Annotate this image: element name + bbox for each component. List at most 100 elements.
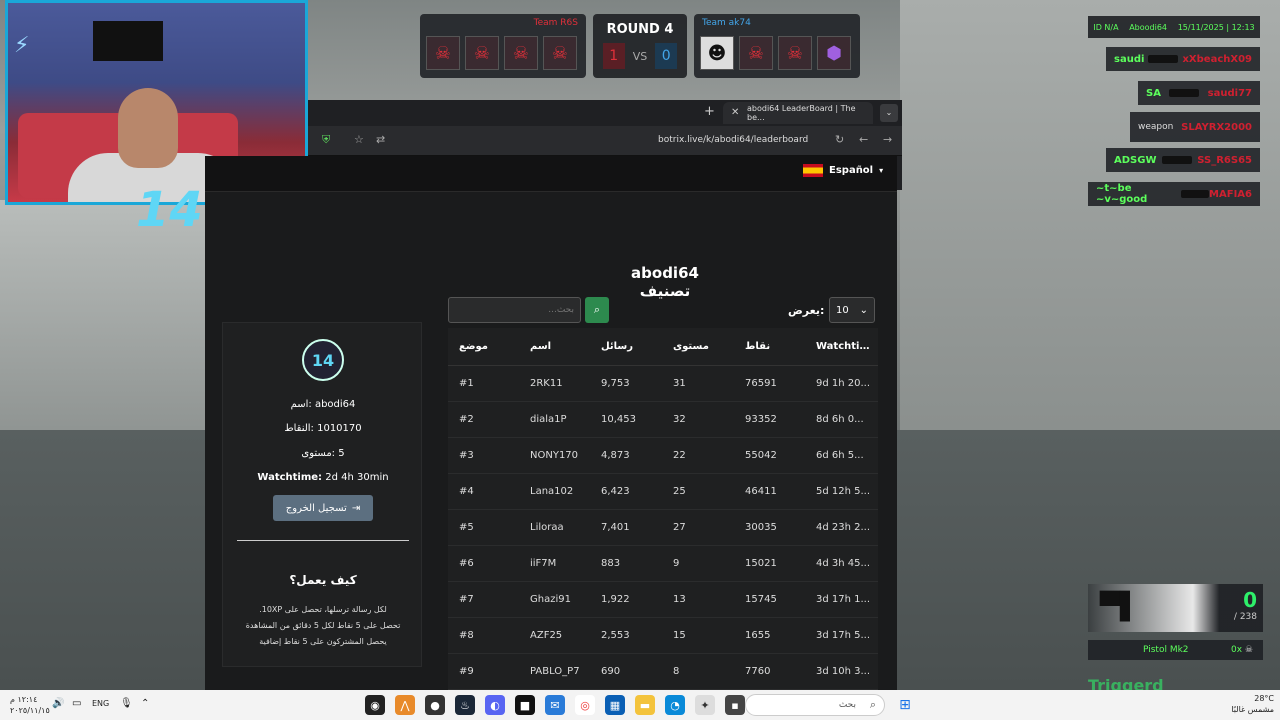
input-language[interactable]: ENG (92, 699, 109, 708)
divider (237, 540, 409, 541)
edge-icon[interactable]: ◔ (665, 695, 685, 715)
discord-icon[interactable]: ◐ (485, 695, 505, 715)
row-points: 7760 (745, 666, 771, 677)
team-right-panel: Team ak74 ☻ ☠ ☠ ⬢ (694, 14, 860, 78)
row-points: 15745 (745, 594, 777, 605)
col-messages[interactable]: رسائل (601, 341, 633, 352)
gun-icon (1161, 156, 1192, 164)
table-row: #6 iiF7M 883 9 15021 4d 3h 45... (448, 546, 878, 582)
row-messages: 4,873 (601, 450, 630, 461)
weather-widget[interactable]: 28°C مشمس غالبًا (1220, 693, 1274, 715)
back-icon[interactable]: ← (859, 133, 868, 146)
folder-icon[interactable]: ▬ (635, 695, 655, 715)
row-watchtime: 6d 6h 5... (816, 450, 864, 461)
row-watchtime: 9d 1h 20... (816, 378, 871, 389)
app-icon[interactable]: ◉ (365, 695, 385, 715)
streamer-logo: 14 (136, 182, 203, 238)
app-icon[interactable]: ✉ (545, 695, 565, 715)
chevron-up-icon[interactable]: ⌃ (141, 698, 149, 709)
app-icon[interactable]: ● (425, 695, 445, 715)
windows-start-icon[interactable]: ⊞ (895, 695, 915, 715)
show-label: يعرض: (788, 304, 825, 317)
taskbar-search[interactable]: بحث ⌕ (745, 694, 885, 716)
clock-time: ١٢:١٤ م (10, 695, 38, 704)
col-level[interactable]: مستوى (673, 341, 709, 352)
shield-icon[interactable]: ⛨ (322, 133, 330, 147)
forward-icon[interactable]: → (883, 133, 892, 146)
language-selector[interactable]: Español ▾ (803, 164, 883, 177)
row-position: #2 (459, 414, 474, 425)
skull-icon: ☠ (739, 36, 773, 70)
tab-search-button[interactable]: ⌄ (880, 104, 898, 122)
how-line-1: لكل رسالة ترسلها، تحصل على 10XP. (259, 605, 387, 614)
row-position: #1 (459, 378, 474, 389)
tab-leaderboard[interactable]: ✕ abodi64 LeaderBoard | The be... (723, 102, 873, 124)
round-label: ROUND 4 (606, 22, 674, 37)
table-row: #5 Liloraa 7,401 27 30035 4d 23h 2... (448, 510, 878, 546)
killfeed-victim: SLAYRX2000 (1181, 121, 1252, 133)
logout-icon: ⇥ (351, 502, 361, 514)
score-left: 1 (602, 43, 625, 69)
row-points: 93352 (745, 414, 777, 425)
col-position[interactable]: موضع (459, 341, 488, 352)
page-size-select[interactable]: 10 ⌄ (829, 297, 875, 323)
taskbar-apps: ◉ ⋀ ● ♨ ◐ ■ ✉ ◎ ▦ ▬ ◔ ✦ ▪ (365, 695, 745, 715)
gun-icon (1180, 190, 1210, 198)
chrome-icon[interactable]: ◎ (575, 695, 595, 715)
col-watchtime[interactable]: Watchtime (816, 341, 876, 352)
tab-bar: + ✕ abodi64 LeaderBoard | The be... ⌄ (308, 100, 902, 126)
col-points[interactable]: نقاط (745, 341, 770, 352)
row-name: Liloraa (530, 522, 564, 533)
profile-level: 5 :مستوى (301, 448, 345, 459)
table-row: #8 AZF25 2,553 15 1655 3d 17h 5... (448, 618, 878, 654)
page-title: abodi64 تصنيف (631, 264, 699, 300)
row-level: 13 (673, 594, 686, 605)
new-tab-button[interactable]: + (704, 104, 715, 119)
col-name[interactable]: اسم (530, 341, 551, 352)
avatar: ☻ (700, 36, 734, 70)
how-line-2: تحصل على 5 نقاط لكل 5 دقائق من المشاهدة (245, 621, 401, 630)
url-field[interactable]: botrix.live/k/abodi64/leaderboard (658, 135, 808, 145)
row-points: 76591 (745, 378, 777, 389)
app-icon[interactable]: ⋀ (395, 695, 415, 715)
row-messages: 883 (601, 558, 621, 569)
translate-icon[interactable]: ⇄ (376, 133, 385, 146)
app-icon[interactable]: ■ (515, 695, 535, 715)
team-left-name: Team R6S (533, 18, 578, 28)
watchtime-value: 2d 4h 30min (325, 472, 389, 483)
row-position: #6 (459, 558, 474, 569)
steam-icon[interactable]: ♨ (455, 695, 475, 715)
network-icon[interactable]: ▭ (72, 698, 81, 709)
profile-points: 1010170 :النقاط (284, 423, 362, 434)
reload-icon[interactable]: ↻ (835, 133, 844, 146)
store-icon[interactable]: ▦ (605, 695, 625, 715)
app-icon[interactable]: ✦ (695, 695, 715, 715)
row-name: NONY170 (530, 450, 579, 461)
taskbar: ١٢:١٤ م ٢٠٢٥/١١/١٥ 🔊 ▭ ENG 🎙 ⌃ ◉ ⋀ ● ♨ ◐… (0, 690, 1280, 720)
clock[interactable]: ١٢:١٤ م ٢٠٢٥/١١/١٥ (10, 694, 50, 716)
close-icon[interactable]: ✕ (731, 107, 739, 118)
team-right-name: Team ak74 (702, 18, 751, 28)
killfeed-row: SA saudi77 (1138, 81, 1260, 105)
search-icon: ⌕ (593, 303, 601, 316)
how-it-works-title: كيف يعمل؟ (289, 573, 357, 587)
row-name: PABLO_P7 (530, 666, 580, 677)
how-line-3: يحصل المشتركون على 5 نقاط إضافية (259, 637, 387, 646)
app-icon[interactable]: ▪ (725, 695, 745, 715)
search-button[interactable]: ⌕ (585, 297, 609, 323)
page-header: Español ▾ (205, 156, 897, 192)
speaker-icon[interactable]: 🔊 (52, 698, 64, 709)
logout-button[interactable]: تسجيل الخروج ⇥ (273, 495, 373, 521)
star-icon[interactable]: ☆ (354, 133, 364, 146)
search-input[interactable] (448, 297, 581, 323)
ammo-mag: 0 (1243, 588, 1257, 612)
chevron-down-icon: ▾ (879, 166, 884, 175)
row-name: AZF25 (530, 630, 563, 641)
mic-icon[interactable]: 🎙 (120, 698, 133, 709)
pistol-icon: ▀▌ (1100, 592, 1140, 622)
killfeed-victim: xXbeachX09 (1182, 53, 1252, 65)
player-id: ID N/A (1093, 22, 1119, 32)
row-level: 31 (673, 378, 686, 389)
weapon-image-alt: weapon (1138, 122, 1174, 132)
profile-name: abodi64 :اسم (290, 399, 356, 410)
